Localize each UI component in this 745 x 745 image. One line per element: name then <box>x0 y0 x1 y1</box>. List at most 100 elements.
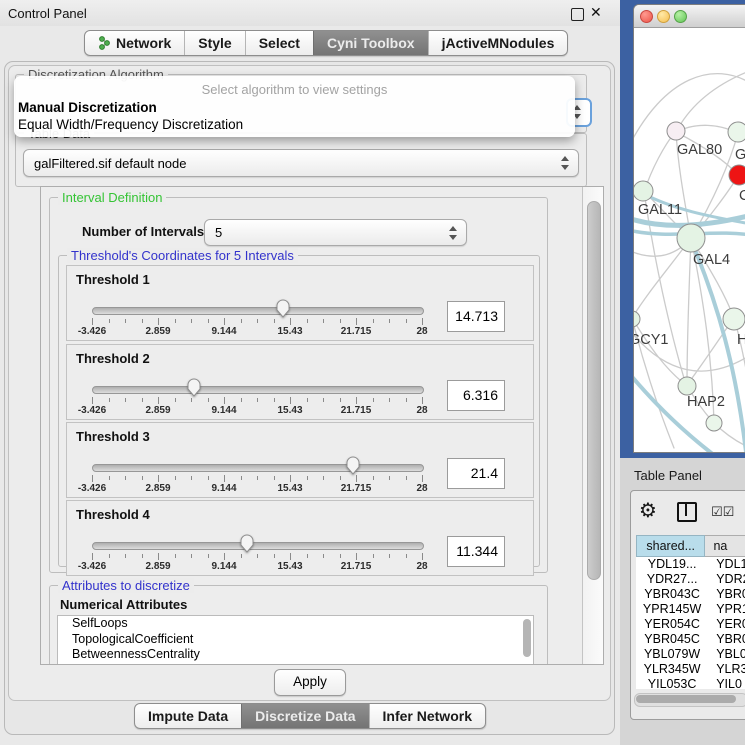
slider-thumb[interactable] <box>346 456 360 475</box>
table-cell[interactable]: YDL1 <box>708 557 745 572</box>
table-cell[interactable]: YIL053C <box>636 677 708 689</box>
network-node-label: GAL11 <box>638 202 682 218</box>
scrollbar-thumb[interactable] <box>636 695 736 703</box>
table-data-value: galFiltered.sif default node <box>24 156 560 171</box>
tick-mark <box>191 554 192 558</box>
slider-track[interactable] <box>92 464 424 472</box>
network-node[interactable] <box>634 311 640 327</box>
list-scrollbar[interactable] <box>523 619 531 657</box>
table-cell[interactable]: YBR045C <box>636 632 708 647</box>
slider-thumb[interactable] <box>187 378 201 397</box>
network-node[interactable] <box>678 377 696 395</box>
numerical-attributes-list[interactable]: SelfLoopsTopologicalCoefficientBetweenne… <box>57 615 534 665</box>
table-cell[interactable]: YPR145W <box>636 602 708 617</box>
slider-thumb[interactable] <box>276 299 290 318</box>
table-cell[interactable]: YBL0 <box>708 647 745 662</box>
slider-ticks <box>92 397 422 405</box>
table-row[interactable]: YBR045CYBR0 <box>636 632 745 647</box>
threshold-value-field[interactable]: 11.344 <box>447 536 505 567</box>
tab-style[interactable]: Style <box>184 31 244 55</box>
slider-thumb[interactable] <box>240 534 254 553</box>
network-node[interactable] <box>706 415 722 431</box>
slider-track[interactable] <box>92 307 424 315</box>
slider-tick-label: -3.426 <box>78 483 106 494</box>
table-cell[interactable]: YLR3 <box>708 662 745 677</box>
table-row[interactable]: YDL19...YDL1 <box>636 557 745 572</box>
table-row[interactable]: YLR345WYLR3 <box>636 662 745 677</box>
network-node[interactable] <box>729 165 745 185</box>
table-cell[interactable]: YIL0 <box>708 677 745 689</box>
threshold-value-field[interactable]: 6.316 <box>447 380 505 411</box>
table-cell[interactable]: YBR0 <box>708 632 745 647</box>
columns-icon[interactable] <box>677 502 697 522</box>
close-traffic-light[interactable] <box>640 10 653 23</box>
settings-scrollbar[interactable] <box>582 187 603 664</box>
number-of-intervals-combobox[interactable]: 5 <box>204 219 467 246</box>
table-cell[interactable]: YPR1 <box>708 602 745 617</box>
tick-mark <box>92 397 93 404</box>
tab-select[interactable]: Select <box>245 31 313 55</box>
table-row[interactable]: YDR27...YDR2 <box>636 572 745 587</box>
network-node[interactable] <box>677 224 705 252</box>
tab-network[interactable]: Network <box>85 31 184 55</box>
network-canvas[interactable]: GAL80GACGAL11GAL4GCY1HHAP2 <box>634 28 745 452</box>
table-cell[interactable]: YER0 <box>708 617 745 632</box>
tick-mark <box>406 554 407 558</box>
threshold-value-field[interactable]: 14.713 <box>447 301 505 332</box>
network-node[interactable] <box>723 308 745 330</box>
network-node[interactable] <box>667 122 685 140</box>
gear-icon[interactable]: ⚙ <box>639 498 657 523</box>
slider-track[interactable] <box>92 542 424 550</box>
tab-cyni-toolbox-label: Cyni Toolbox <box>327 35 415 51</box>
group-title: Threshold's Coordinates for 5 Intervals <box>67 248 298 263</box>
column-header-name[interactable]: na <box>705 535 745 557</box>
checkboxes-icon[interactable]: ☑☑ <box>711 504 734 520</box>
table-row[interactable]: YBL079WYBL0 <box>636 647 745 662</box>
tick-mark <box>175 554 176 558</box>
table-cell[interactable]: YDR27... <box>636 572 708 587</box>
table-cell[interactable]: YER054C <box>636 617 708 632</box>
table-row[interactable]: YPR145WYPR1 <box>636 602 745 617</box>
table-cell[interactable]: YDR2 <box>708 572 745 587</box>
slider-track[interactable] <box>92 386 424 394</box>
scrollbar-thumb[interactable] <box>587 201 601 580</box>
float-window-icon[interactable] <box>571 8 584 21</box>
tick-mark <box>340 319 341 323</box>
tab-discretize-data[interactable]: Discretize Data <box>241 704 368 728</box>
tab-impute-data[interactable]: Impute Data <box>135 704 241 728</box>
table-cell[interactable]: YBR043C <box>636 587 708 602</box>
table-row[interactable]: YER054CYER0 <box>636 617 745 632</box>
slider-tick-label: 28 <box>416 326 427 337</box>
tick-mark <box>158 553 159 560</box>
table-cell[interactable]: YBR0 <box>708 587 745 602</box>
table-cell[interactable]: YBL079W <box>636 647 708 662</box>
tab-cyni-toolbox[interactable]: Cyni Toolbox <box>313 31 428 55</box>
tab-jactivemnodules[interactable]: jActiveMNodules <box>428 31 568 55</box>
dropdown-item-manual-discretization[interactable]: Manual Discretization <box>18 100 157 115</box>
dropdown-item-equal-width-frequency[interactable]: Equal Width/Frequency Discretization <box>18 117 243 132</box>
network-node[interactable] <box>634 181 653 201</box>
network-node[interactable] <box>728 122 745 142</box>
threshold-value-field[interactable]: 21.4 <box>447 458 505 489</box>
attribute-list-item[interactable]: SelfLoops <box>58 616 533 632</box>
zoom-traffic-light[interactable] <box>674 10 687 23</box>
column-header-shared-name[interactable]: shared... <box>636 535 705 557</box>
tab-infer-network[interactable]: Infer Network <box>369 704 485 728</box>
table-horizontal-scrollbar[interactable] <box>634 693 745 707</box>
table-row[interactable]: YBR043CYBR0 <box>636 587 745 602</box>
close-icon[interactable]: ✕ <box>590 4 602 21</box>
tick-mark <box>109 476 110 480</box>
tick-mark <box>241 398 242 402</box>
attribute-list-item[interactable]: TopologicalCoefficient <box>58 632 533 648</box>
table-row[interactable]: YIL053CYIL0 <box>636 677 745 689</box>
network-window-titlebar[interactable] <box>634 5 745 28</box>
network-view-window: GAL80GACGAL11GAL4GCY1HHAP2 <box>633 4 745 453</box>
updown-arrows-icon <box>560 156 570 170</box>
apply-button[interactable]: Apply <box>274 669 346 696</box>
attribute-list-item[interactable]: BetweennessCentrality <box>58 647 533 663</box>
table-cell[interactable]: YLR345W <box>636 662 708 677</box>
table-cell[interactable]: YDL19... <box>636 557 708 572</box>
tick-mark <box>340 476 341 480</box>
table-data-combobox[interactable]: galFiltered.sif default node <box>23 149 579 177</box>
minimize-traffic-light[interactable] <box>657 10 670 23</box>
